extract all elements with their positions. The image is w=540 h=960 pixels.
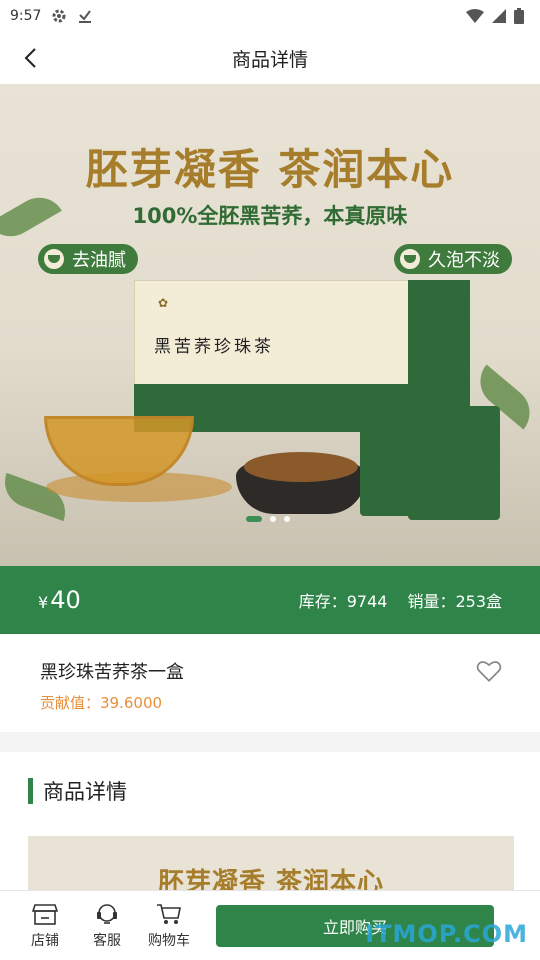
battery-icon [514, 8, 524, 24]
price-value: 40 [50, 586, 81, 614]
tab-label: 购物车 [148, 932, 190, 949]
watermark: ITMOP.COM [365, 920, 528, 948]
product-info-card: 黑珍珠苦荞茶一盒 贡献值：39.6000 [0, 634, 540, 732]
stock-sales: 库存：9744 销量：253盒 [299, 588, 502, 612]
heading-accent-bar [28, 778, 33, 804]
heart-icon[interactable] [476, 658, 502, 684]
feature-tag-label: 久泡不淡 [428, 250, 500, 271]
sales-count: 销量：253盒 [407, 592, 502, 611]
tea-box-brand-logo: ✿ [158, 296, 169, 310]
settings-icon [52, 9, 66, 23]
price-bar: ¥40 库存：9744 销量：253盒 [0, 566, 540, 634]
carousel-dot[interactable] [270, 516, 276, 522]
wifi-icon [466, 9, 484, 23]
store-icon [32, 903, 58, 925]
carousel-indicator [246, 516, 290, 522]
section-title: 商品详情 [43, 780, 127, 804]
feature-tag-left: 去油腻 [38, 244, 138, 274]
tab-customer-service[interactable]: 客服 [76, 902, 138, 950]
hero-title: 胚芽凝香 茶润本心 [85, 145, 455, 194]
tab-label: 客服 [93, 932, 121, 949]
tab-label: 店铺 [31, 932, 59, 949]
hero-subtitle: 100%全胚黑苦荞，本真原味 [132, 204, 408, 228]
currency-symbol: ¥ [38, 593, 49, 612]
feature-tag-label: 去油腻 [72, 250, 126, 271]
signal-icon [492, 9, 506, 23]
tea-sachet [408, 406, 500, 520]
carousel-dot[interactable] [284, 516, 290, 522]
nav-bar: 商品详情 [0, 32, 540, 84]
product-image-carousel[interactable]: 胚芽凝香 茶润本心 100%全胚黑苦荞，本真原味 去油腻 久泡不淡 ✿ 黑苦荞珍… [0, 84, 540, 566]
status-bar: 9:57 [0, 0, 540, 32]
tea-cup-icon [398, 247, 422, 271]
chevron-left-icon [24, 48, 36, 68]
back-button[interactable] [16, 44, 44, 72]
carousel-dot-active[interactable] [246, 516, 262, 522]
product-detail-section: 商品详情 胚芽凝香 茶润本心 [0, 752, 540, 906]
status-right [466, 8, 524, 24]
buckwheat-grains [244, 452, 358, 482]
cart-icon [157, 903, 181, 924]
download-done-icon [79, 10, 92, 23]
feature-tag-right: 久泡不淡 [394, 244, 512, 274]
tea-box-label: 黑苦荞珍珠茶 [154, 337, 274, 357]
section-heading: 商品详情 [28, 776, 127, 806]
tab-cart[interactable]: 购物车 [138, 902, 200, 950]
price: ¥40 [38, 586, 81, 614]
stock-count: 库存：9744 [298, 592, 388, 611]
contribution-value: 贡献值：39.6000 [40, 694, 163, 712]
page-title: 商品详情 [231, 48, 308, 71]
headset-icon [97, 903, 117, 924]
tab-store[interactable]: 店铺 [14, 902, 76, 950]
product-name: 黑珍珠苦荞茶一盒 [40, 662, 184, 683]
status-time: 9:57 [10, 8, 42, 24]
tea-cup-icon [42, 247, 66, 271]
status-left: 9:57 [10, 8, 93, 24]
